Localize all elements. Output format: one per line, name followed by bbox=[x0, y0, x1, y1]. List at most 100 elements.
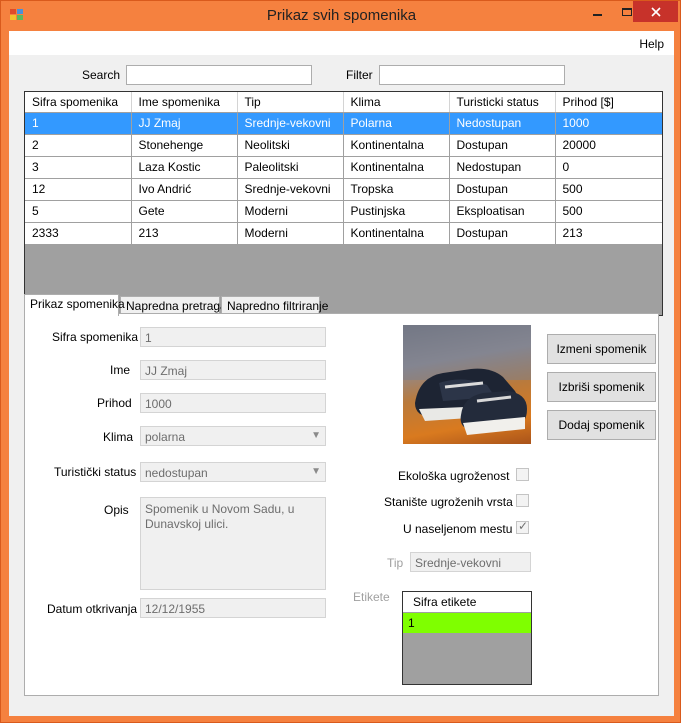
table-cell[interactable]: 2 bbox=[25, 134, 132, 157]
etikete-row[interactable]: 1 bbox=[403, 613, 531, 633]
table-cell[interactable]: 3 bbox=[25, 156, 132, 179]
prihod-label: Prihod bbox=[97, 396, 132, 410]
table-cell[interactable]: Paleolitski bbox=[237, 156, 344, 179]
ime-field[interactable]: JJ Zmaj bbox=[140, 360, 326, 380]
staniste-label: Stanište ugroženih vrsta bbox=[384, 495, 513, 509]
table-cell[interactable]: JJ Zmaj bbox=[131, 112, 238, 135]
ekoloska-label: Ekološka ugroženost bbox=[398, 469, 510, 483]
app-window: Prikaz svih spomenika Help Search Filter… bbox=[0, 0, 681, 723]
search-input[interactable] bbox=[126, 65, 312, 85]
table-cell[interactable]: Kontinentalna bbox=[343, 156, 450, 179]
filter-label: Filter bbox=[346, 68, 373, 82]
table-cell[interactable]: 0 bbox=[555, 156, 662, 179]
etikete-grid[interactable]: Sifra etikete 1 bbox=[402, 591, 532, 685]
grid-header-row: Sifra spomenika Ime spomenika Tip Klima Turi… bbox=[25, 92, 662, 113]
close-icon bbox=[650, 6, 661, 17]
window-title: Prikaz svih spomenika bbox=[266, 7, 417, 24]
table-cell[interactable]: Pustinjska bbox=[343, 200, 450, 223]
sifra-field[interactable]: 1 bbox=[140, 327, 326, 347]
table-cell[interactable]: 213 bbox=[555, 222, 662, 245]
table-cell[interactable]: Nedostupan bbox=[449, 156, 556, 179]
opis-textarea[interactable]: Spomenik u Novom Sadu, u Dunavskoj ulici… bbox=[140, 497, 326, 590]
grid-column-header[interactable]: Turisticki status bbox=[449, 92, 556, 113]
table-cell[interactable]: Tropska bbox=[343, 178, 450, 201]
grid-column-header[interactable]: Tip bbox=[237, 92, 344, 113]
table-cell[interactable]: Stonehenge bbox=[131, 134, 238, 157]
chevron-down-icon: ▼ bbox=[311, 466, 321, 477]
status-value: nedostupan bbox=[145, 466, 208, 480]
close-button[interactable] bbox=[633, 1, 678, 22]
title-bar[interactable]: Prikaz svih spomenika bbox=[1, 1, 681, 31]
shoe-photo bbox=[403, 325, 531, 444]
ekoloska-checkbox[interactable] bbox=[516, 468, 529, 481]
table-cell[interactable]: Kontinentalna bbox=[343, 134, 450, 157]
minimize-button[interactable] bbox=[583, 1, 612, 22]
grid-column-header[interactable]: Sifra spomenika bbox=[25, 92, 132, 113]
table-cell[interactable]: Gete bbox=[131, 200, 238, 223]
dodaj-button[interactable]: Dodaj spomenik bbox=[547, 410, 656, 440]
table-cell[interactable]: Nedostupan bbox=[449, 112, 556, 135]
table-cell[interactable]: 1 bbox=[25, 112, 132, 135]
table-cell[interactable]: Polarna bbox=[343, 112, 450, 135]
status-label: Turistički status bbox=[54, 465, 137, 479]
table-cell[interactable]: 500 bbox=[555, 178, 662, 201]
filter-input[interactable] bbox=[379, 65, 565, 85]
prihod-field[interactable]: 1000 bbox=[140, 393, 326, 413]
table-cell[interactable]: Dostupan bbox=[449, 178, 556, 201]
table-cell[interactable]: Moderni bbox=[237, 222, 344, 245]
etikete-column-header: Sifra etikete bbox=[403, 592, 531, 613]
table-cell[interactable]: 2333 bbox=[25, 222, 132, 245]
table-cell[interactable]: Ivo Andrić bbox=[131, 178, 238, 201]
table-row[interactable]: 5 Gete Moderni Pustinjska Eksploatisan 500 bbox=[25, 200, 662, 223]
table-cell[interactable]: Srednje-vekovni bbox=[237, 178, 344, 201]
table-cell[interactable]: 12 bbox=[25, 178, 132, 201]
table-cell[interactable]: Eksploatisan bbox=[449, 200, 556, 223]
tip-field[interactable]: Srednje-vekovni bbox=[410, 552, 531, 572]
status-select[interactable]: nedostupan ▼ bbox=[140, 462, 326, 482]
table-row[interactable]: 1 JJ Zmaj Srednje-vekovni Polarna Nedostupan… bbox=[25, 112, 662, 135]
table-cell[interactable]: Srednje-vekovni bbox=[237, 112, 344, 135]
table-row[interactable]: 2333 213 Moderni Kontinentalna Dostupan 213 bbox=[25, 222, 662, 245]
grid-column-header[interactable]: Prihod [$] bbox=[555, 92, 662, 113]
naseljeno-checkbox[interactable] bbox=[516, 519, 529, 534]
tab-prikaz-spomenika[interactable]: Prikaz spomenika bbox=[24, 294, 125, 316]
table-cell[interactable]: Dostupan bbox=[449, 134, 556, 157]
klima-label: Klima bbox=[103, 430, 134, 444]
naseljeno-label: U naseljenom mestu bbox=[403, 522, 513, 536]
grid-column-header[interactable]: Ime spomenika bbox=[131, 92, 238, 113]
search-label: Search bbox=[82, 68, 121, 82]
table-row[interactable]: 12 Ivo Andrić Srednje-vekovni Tropska Dostup… bbox=[25, 178, 662, 201]
klima-value: polarna bbox=[145, 430, 186, 444]
table-row[interactable]: 3 Laza Kostic Paleolitski Kontinentalna Nedo… bbox=[25, 156, 662, 179]
table-cell[interactable]: 500 bbox=[555, 200, 662, 223]
grid-column-header[interactable]: Klima bbox=[343, 92, 450, 113]
izmeni-button[interactable]: Izmeni spomenik bbox=[547, 334, 656, 364]
chevron-down-icon: ▼ bbox=[311, 430, 321, 441]
datum-label: Datum otkrivanja bbox=[47, 602, 138, 616]
table-cell[interactable]: 20000 bbox=[555, 134, 662, 157]
table-cell[interactable]: 1000 bbox=[555, 112, 662, 135]
staniste-checkbox[interactable] bbox=[516, 494, 529, 507]
spomenici-grid[interactable]: Sifra spomenika Ime spomenika Tip Klima Turi… bbox=[24, 91, 663, 316]
maximize-icon bbox=[621, 7, 632, 16]
table-cell[interactable]: Laza Kostic bbox=[131, 156, 238, 179]
sifra-label: Sifra spomenika bbox=[52, 330, 139, 344]
ime-label: Ime bbox=[110, 363, 131, 377]
klima-select[interactable]: polarna ▼ bbox=[140, 426, 326, 446]
izbrisi-button[interactable]: Izbriši spomenik bbox=[547, 372, 656, 402]
table-cell[interactable]: Moderni bbox=[237, 200, 344, 223]
menu-bar: Help bbox=[9, 31, 674, 55]
table-cell[interactable]: Dostupan bbox=[449, 222, 556, 245]
tip-label: Tip bbox=[387, 556, 404, 570]
etikete-label: Etikete bbox=[353, 590, 390, 604]
table-cell[interactable]: Neolitski bbox=[237, 134, 344, 157]
client-area: Help Search Filter Sifra spomenika Ime sp… bbox=[9, 31, 674, 716]
minimize-icon bbox=[593, 13, 602, 16]
menu-help[interactable]: Help bbox=[639, 37, 664, 51]
datum-field[interactable]: 12/12/1955 bbox=[140, 598, 326, 618]
table-row[interactable]: 2 Stonehenge Neolitski Kontinentalna Dostupa… bbox=[25, 134, 662, 157]
table-cell[interactable]: 5 bbox=[25, 200, 132, 223]
table-cell[interactable]: 213 bbox=[131, 222, 238, 245]
tab-page-prikaz: Sifra spomenika 1 Ime JJ Zmaj Prihod 100… bbox=[24, 313, 659, 696]
table-cell[interactable]: Kontinentalna bbox=[343, 222, 450, 245]
